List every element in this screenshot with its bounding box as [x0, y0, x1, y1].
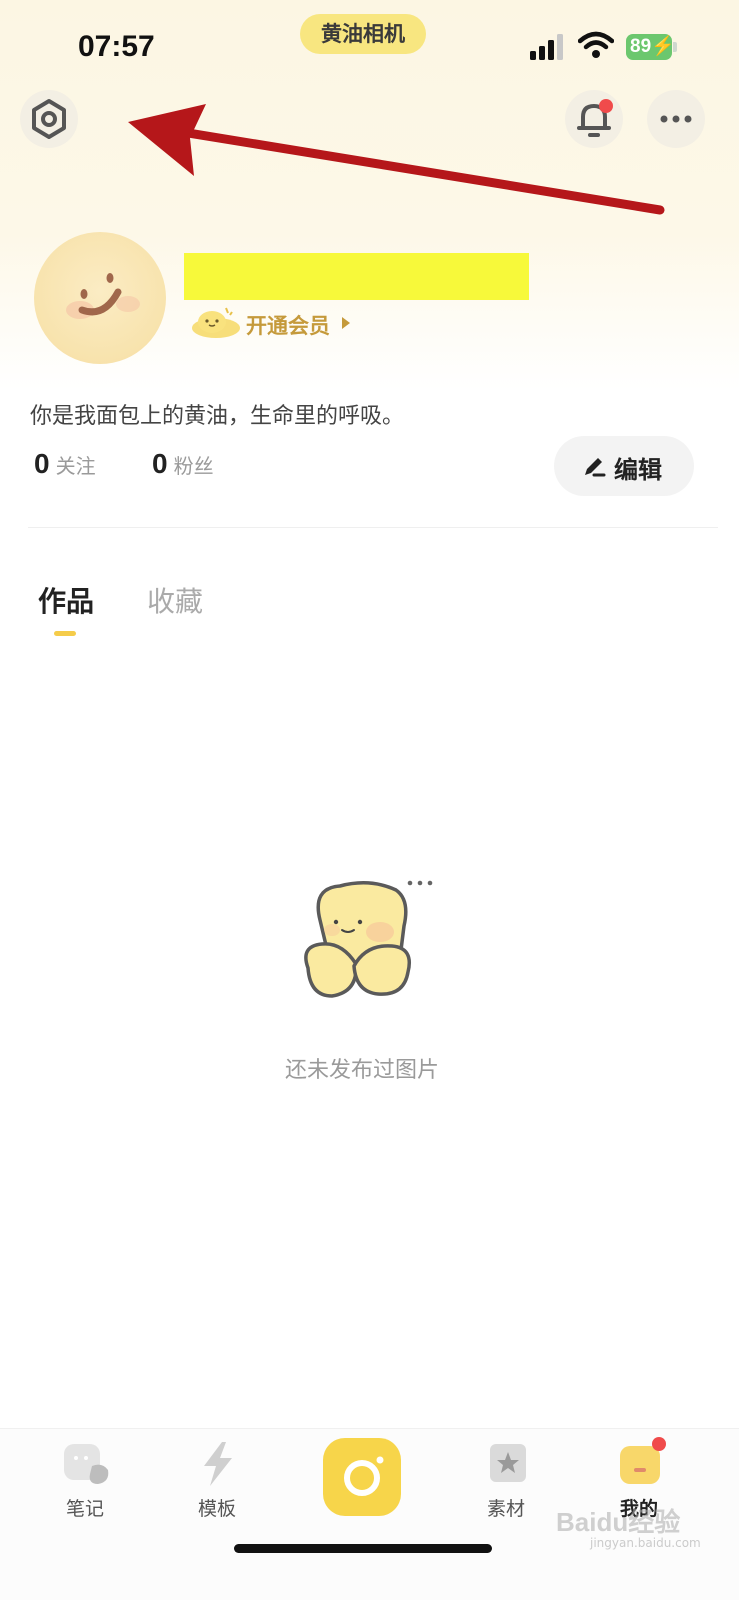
butter-mascot-icon [192, 307, 240, 338]
active-tab-indicator [54, 631, 76, 636]
following-count: 0 [34, 448, 50, 479]
profile-bio: 你是我面包上的黄油，生命里的呼吸。 [30, 404, 405, 429]
avatar[interactable] [34, 232, 166, 364]
fans-stat[interactable]: 0 粉丝 [152, 448, 214, 484]
nav-materials-label: 素材 [486, 1498, 525, 1520]
settings-hexagon-icon [32, 99, 66, 139]
bell-icon [577, 104, 611, 137]
camera-button[interactable] [323, 1438, 401, 1516]
wifi-icon [578, 31, 614, 58]
charging-bolt-icon: ⚡ [651, 36, 675, 57]
vip-label: 开通会员 [246, 314, 330, 338]
nav-materials[interactable]: 素材 [461, 1440, 551, 1530]
tab-works[interactable]: 作品 [38, 580, 94, 620]
nav-templates-label: 模板 [197, 1498, 236, 1520]
more-dots-icon [660, 115, 692, 123]
smiley-face-icon [66, 273, 140, 319]
following-stat[interactable]: 0 关注 [34, 448, 96, 484]
nav-notes-label: 笔记 [65, 1498, 104, 1520]
app-name-pill[interactable]: 黄油相机 [300, 14, 426, 54]
settings-button[interactable] [20, 90, 78, 148]
nav-mine-badge [652, 1437, 666, 1451]
nav-templates[interactable]: 模板 [172, 1440, 262, 1530]
notes-icon [64, 1444, 109, 1484]
watermark-text: Baidu经验 [556, 1507, 681, 1537]
nav-notes[interactable]: 笔记 [40, 1440, 130, 1530]
battery-indicator: 89⚡ [626, 34, 675, 60]
watermark-subtext: jingyan.baidu.com [590, 1536, 701, 1550]
signal-icon [530, 34, 563, 60]
status-bar: 07:57 黄油相机 89⚡ [0, 0, 739, 90]
battery-level: 89 [630, 36, 652, 57]
status-time: 07:57 [78, 30, 155, 63]
edit-profile-button[interactable]: 编辑 [554, 436, 694, 496]
notification-badge [599, 99, 613, 113]
fans-count: 0 [152, 448, 168, 479]
more-button[interactable] [647, 90, 705, 148]
empty-state-message: 还未发布过图片 [284, 1058, 439, 1083]
tab-favorites[interactable]: 收藏 [147, 580, 203, 620]
home-indicator [234, 1544, 492, 1553]
chevron-right-icon [342, 317, 350, 329]
butter-mascot-illustration [304, 880, 433, 998]
materials-icon [490, 1444, 526, 1482]
templates-icon [204, 1442, 232, 1486]
following-label: 关注 [55, 454, 96, 478]
fans-label: 粉丝 [173, 454, 214, 478]
camera-icon [344, 1456, 384, 1496]
section-divider [28, 527, 718, 528]
pencil-icon [585, 458, 606, 477]
edit-label: 编辑 [614, 456, 662, 484]
battery-nub [673, 42, 677, 52]
notification-button[interactable] [565, 90, 623, 148]
username-redacted [184, 253, 529, 300]
